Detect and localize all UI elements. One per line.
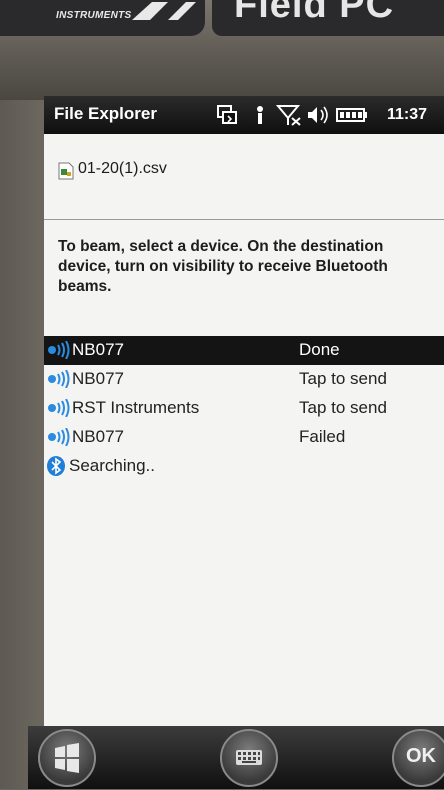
windows-start-icon bbox=[55, 743, 79, 773]
device-row[interactable]: NB077 Done bbox=[44, 336, 444, 365]
start-button[interactable] bbox=[38, 729, 96, 787]
device-row[interactable]: NB077 Tap to send bbox=[44, 365, 444, 394]
screen: File Explorer 11:37 01-20(1).csv To beam… bbox=[44, 96, 444, 726]
beam-signal-icon bbox=[48, 428, 70, 446]
app-title[interactable]: File Explorer bbox=[54, 104, 157, 124]
title-bar: File Explorer 11:37 bbox=[44, 96, 444, 134]
device-name: NB077 bbox=[72, 340, 124, 359]
clock[interactable]: 11:37 bbox=[387, 106, 427, 124]
beam-signal-icon bbox=[48, 370, 70, 388]
device-bezel-left bbox=[0, 100, 44, 789]
csv-file-icon bbox=[58, 162, 74, 180]
device-row[interactable]: RST Instruments Tap to send bbox=[44, 394, 444, 423]
beam-signal-icon bbox=[48, 341, 70, 359]
beam-signal-icon bbox=[48, 399, 70, 417]
keyboard-icon bbox=[236, 750, 262, 765]
keyboard-button[interactable] bbox=[220, 729, 278, 787]
bluetooth-icon bbox=[47, 456, 65, 476]
device-name: NB077 bbox=[72, 369, 124, 388]
battery-icon[interactable] bbox=[336, 104, 368, 131]
bluetooth-person-icon[interactable] bbox=[252, 104, 268, 131]
ok-button[interactable]: OK bbox=[392, 729, 444, 787]
device-status: Done bbox=[299, 340, 340, 359]
device-status: Tap to send bbox=[299, 369, 387, 388]
device-row[interactable]: NB077 Failed bbox=[44, 423, 444, 452]
brand-text: INSTRUMENTS bbox=[56, 10, 132, 21]
ok-label: OK bbox=[406, 745, 436, 767]
device-list: NB077 Done NB077 Tap to send RST Instrum… bbox=[44, 336, 444, 481]
brand-logo-icon bbox=[132, 2, 196, 20]
file-name: 01-20(1).csv bbox=[78, 160, 167, 177]
beam-sync-icon[interactable] bbox=[216, 104, 238, 131]
brand-plate: INSTRUMENTS bbox=[0, 0, 205, 36]
device-name: RST Instruments bbox=[72, 398, 200, 417]
volume-icon[interactable] bbox=[306, 104, 330, 131]
device-name: NB077 bbox=[72, 427, 124, 446]
beam-instructions: To beam, select a device. On the destina… bbox=[58, 238, 388, 295]
device-status: Failed bbox=[299, 427, 346, 446]
searching-label: Searching.. bbox=[69, 456, 155, 475]
no-signal-icon[interactable] bbox=[275, 104, 302, 131]
device-status: Tap to send bbox=[299, 398, 387, 417]
soft-key-bar: OK bbox=[28, 726, 444, 789]
model-text: Field PC bbox=[234, 0, 395, 26]
searching-row: Searching.. bbox=[44, 452, 444, 481]
divider bbox=[44, 219, 444, 220]
